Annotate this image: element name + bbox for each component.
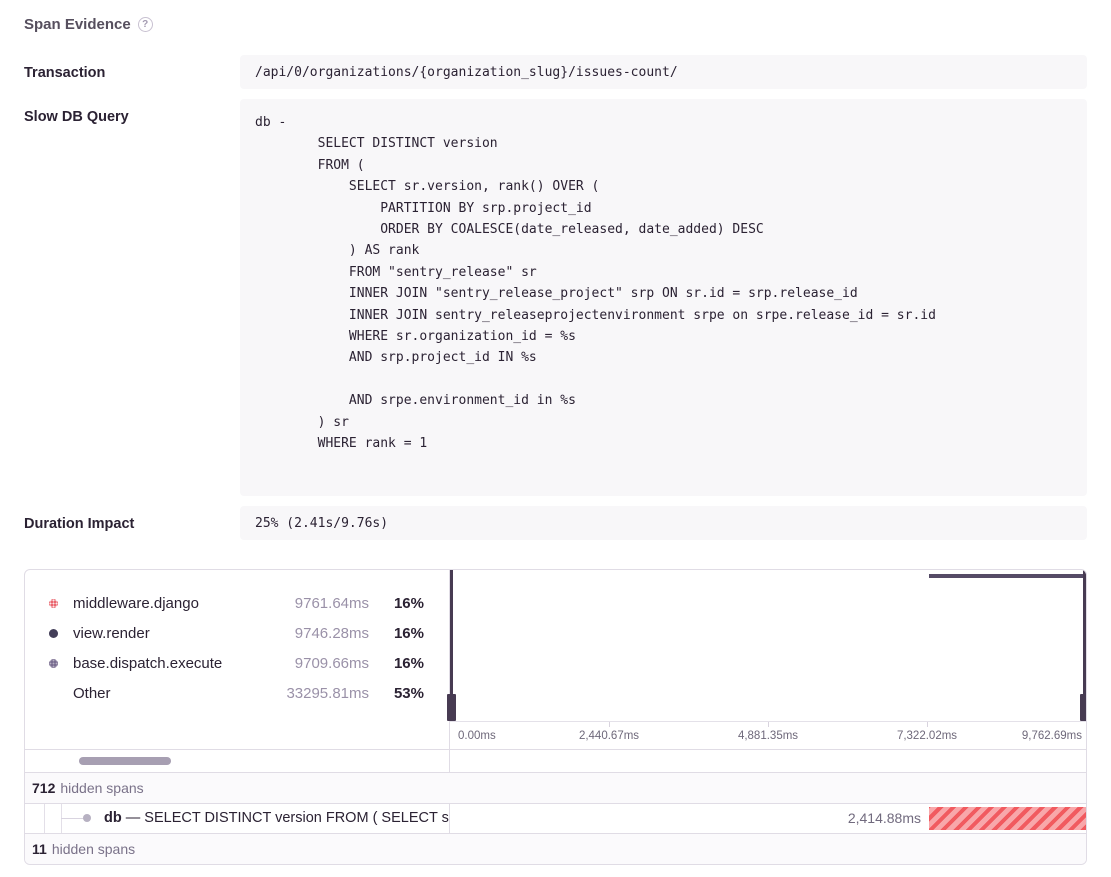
duration-impact-label: Duration Impact: [24, 506, 240, 540]
hidden-spans-count: 11: [32, 841, 47, 857]
section-header: Span Evidence ?: [24, 16, 1087, 33]
tree-guide-line: [44, 804, 45, 833]
tree-scrollbar-track[interactable]: [25, 750, 450, 772]
legend-item-base-dispatch-execute[interactable]: base.dispatch.execute 9709.66ms 16%: [25, 649, 449, 679]
span-op: db: [104, 810, 122, 826]
axis-label: 9,762.69ms: [1022, 730, 1082, 742]
axis-label: 2,440.67ms: [579, 730, 639, 742]
legend-op-name: view.render: [73, 625, 295, 642]
legend-op-duration: 33295.81ms: [286, 685, 369, 702]
legend-item-middleware-django[interactable]: middleware.django 9761.64ms 16%: [25, 589, 449, 619]
legend-op-duration: 9709.66ms: [295, 655, 369, 672]
legend-item-view-render[interactable]: view.render 9746.28ms 16%: [25, 619, 449, 649]
span-op-color-dot: [49, 599, 58, 608]
span-op-separator: —: [126, 810, 141, 826]
axis-tick: [609, 722, 610, 727]
legend-item-other[interactable]: Other 33295.81ms 53%: [25, 679, 449, 709]
axis-label: 4,881.35ms: [738, 730, 798, 742]
span-row-bar-cell: 2,414.88ms: [450, 804, 1086, 833]
axis-label: 0.00ms: [458, 730, 496, 742]
tree-scrollbar-thumb[interactable]: [79, 757, 171, 765]
legend-op-name: Other: [73, 685, 286, 702]
axis-tick: [768, 722, 769, 727]
slow-db-query-value: db - SELECT DISTINCT version FROM ( SELE…: [240, 99, 1087, 496]
transaction-row: Transaction /api/0/organizations/{organi…: [24, 55, 1087, 89]
section-title: Span Evidence: [24, 16, 131, 33]
tree-leaf-dot: [83, 814, 91, 822]
hidden-spans-label: hidden spans: [60, 780, 143, 796]
slow-db-query-label: Slow DB Query: [24, 99, 240, 496]
transaction-label: Transaction: [24, 55, 240, 89]
span-op-color-dot: [49, 659, 58, 668]
sql-query-text: db - SELECT DISTINCT version FROM ( SELE…: [240, 99, 1087, 496]
minimap-column: 0.00ms 2,440.67ms 4,881.35ms 7,322.02ms …: [450, 570, 1086, 749]
span-tree-header: middleware.django 9761.64ms 16% view.ren…: [25, 570, 1086, 749]
span-duration-bar: [929, 807, 1086, 830]
tree-scrollbar-row: [25, 749, 1086, 772]
legend-op-duration: 9761.64ms: [295, 595, 369, 612]
time-axis: 0.00ms 2,440.67ms 4,881.35ms 7,322.02ms …: [450, 721, 1086, 749]
hidden-spans-label: hidden spans: [52, 841, 135, 857]
legend-op-percent: 16%: [369, 625, 424, 642]
hidden-spans-row-after[interactable]: 11 hidden spans: [25, 833, 1086, 864]
span-op-legend: middleware.django 9761.64ms 16% view.ren…: [25, 570, 450, 749]
span-tree-panel: middleware.django 9761.64ms 16% view.ren…: [24, 569, 1087, 865]
span-minimap[interactable]: [450, 570, 1086, 721]
duration-impact-row: Duration Impact 25% (2.41s/9.76s): [24, 506, 1087, 540]
duration-impact-value: 25% (2.41s/9.76s): [240, 506, 1087, 540]
minimap-selected-span-bar: [929, 574, 1086, 578]
legend-op-duration: 9746.28ms: [295, 625, 369, 642]
span-op-color-dot: [49, 629, 58, 638]
legend-op-name: base.dispatch.execute: [73, 655, 295, 672]
viewport-right-handle[interactable]: [1080, 694, 1087, 721]
hidden-spans-row-before[interactable]: 712 hidden spans: [25, 772, 1086, 803]
span-evidence-section: Span Evidence ? Transaction /api/0/organ…: [0, 0, 1111, 865]
axis-tick: [927, 722, 928, 727]
slow-db-query-row: Slow DB Query db - SELECT DISTINCT versi…: [24, 99, 1087, 496]
span-row-description-cell: db — SELECT DISTINCT version FROM ( SELE…: [25, 804, 450, 833]
legend-op-percent: 53%: [369, 685, 424, 702]
viewport-left-handle[interactable]: [447, 694, 456, 721]
span-description: SELECT DISTINCT version FROM ( SELECT sr…: [144, 810, 449, 826]
span-duration: 2,414.88ms: [848, 804, 921, 833]
hidden-spans-count: 712: [32, 780, 55, 796]
legend-op-name: middleware.django: [73, 595, 295, 612]
tree-connector-line: [61, 818, 84, 819]
legend-op-percent: 16%: [369, 655, 424, 672]
transaction-value: /api/0/organizations/{organization_slug}…: [240, 55, 1087, 89]
axis-label: 7,322.02ms: [897, 730, 957, 742]
help-icon[interactable]: ?: [138, 17, 153, 32]
span-row-db[interactable]: db — SELECT DISTINCT version FROM ( SELE…: [25, 803, 1086, 833]
span-title: db — SELECT DISTINCT version FROM ( SELE…: [104, 810, 449, 826]
legend-op-percent: 16%: [369, 595, 424, 612]
